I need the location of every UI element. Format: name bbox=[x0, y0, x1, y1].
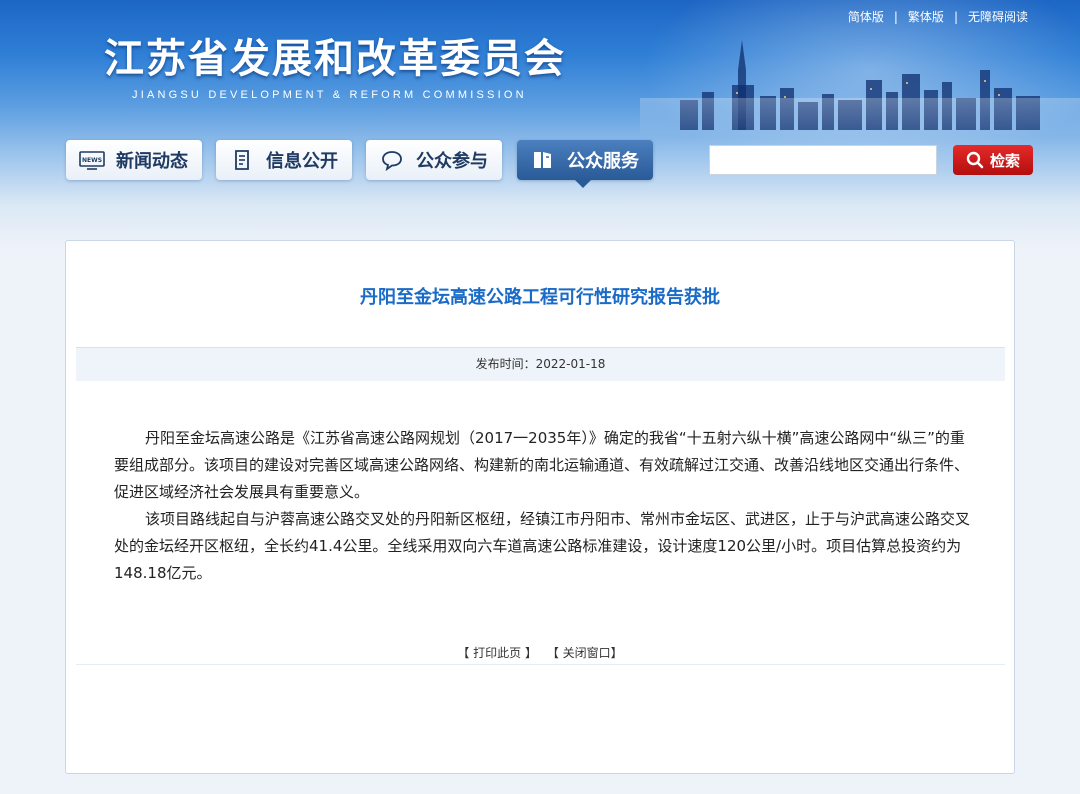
link-accessibility[interactable]: 无障碍阅读 bbox=[968, 8, 1028, 25]
nav-label: 新闻动态 bbox=[116, 151, 188, 172]
nav-public-participation[interactable]: 公众参与 bbox=[366, 140, 502, 180]
separator: | bbox=[953, 10, 958, 24]
divider bbox=[76, 664, 1005, 665]
nav-active-indicator bbox=[575, 180, 591, 188]
search-button-label: 检索 bbox=[989, 151, 1020, 170]
article-title: 丹阳至金坛高速公路工程可行性研究报告获批 bbox=[360, 287, 720, 308]
top-links: 简体版 | 繁体版 | 无障碍阅读 bbox=[848, 8, 1028, 25]
link-traditional[interactable]: 繁体版 bbox=[908, 8, 944, 25]
nav-label: 公众参与 bbox=[416, 151, 488, 172]
nav-label: 信息公开 bbox=[266, 151, 338, 172]
nav-info-disclosure[interactable]: 信息公开 bbox=[216, 140, 352, 180]
close-window-link[interactable]: 【 关闭窗口】 bbox=[547, 646, 623, 660]
chat-bubble-icon bbox=[378, 148, 406, 172]
nav-news[interactable]: NEWS 新闻动态 bbox=[66, 140, 202, 180]
publish-date: 发布时间：2022-01-18 bbox=[76, 347, 1005, 381]
article-actions: 【 打印此页 】 【 关闭窗口】 bbox=[66, 644, 1014, 661]
water-reflection bbox=[640, 98, 1080, 138]
site-logo-title[interactable]: 江苏省发展和改革委员会 bbox=[104, 26, 566, 84]
article-body: 丹阳至金坛高速公路是《江苏省高速公路网规划（2017一2035年）》确定的我省“… bbox=[114, 425, 970, 587]
search-button[interactable]: 检索 bbox=[953, 145, 1033, 175]
header-banner: 简体版 | 繁体版 | 无障碍阅读 江苏省发展和改革委员会 JIANGSU DEVELO… bbox=[0, 0, 1080, 250]
nav-public-service[interactable]: 公众服务 bbox=[517, 140, 653, 180]
nav-label: 公众服务 bbox=[567, 151, 639, 172]
site-logo-subtitle: JIANGSU DEVELOPMENT & REFORM COMMISSION bbox=[132, 89, 527, 101]
svg-text:NEWS: NEWS bbox=[82, 157, 102, 164]
document-icon bbox=[228, 148, 256, 172]
print-page-link[interactable]: 【 打印此页 】 bbox=[457, 646, 537, 660]
search-input[interactable] bbox=[709, 145, 937, 175]
link-simplified[interactable]: 简体版 bbox=[848, 8, 884, 25]
separator: | bbox=[893, 10, 898, 24]
paragraph: 该项目路线起自与沪蓉高速公路交叉处的丹阳新区枢纽，经镇江市丹阳市、常州市金坛区、… bbox=[114, 510, 971, 582]
paragraph: 丹阳至金坛高速公路是《江苏省高速公路网规划（2017一2035年）》确定的我省“… bbox=[114, 429, 970, 501]
search-icon bbox=[966, 151, 984, 169]
service-book-icon bbox=[529, 148, 557, 172]
article-panel: 丹阳至金坛高速公路工程可行性研究报告获批 发布时间：2022-01-18 丹阳至… bbox=[65, 240, 1015, 774]
news-icon: NEWS bbox=[78, 148, 106, 172]
